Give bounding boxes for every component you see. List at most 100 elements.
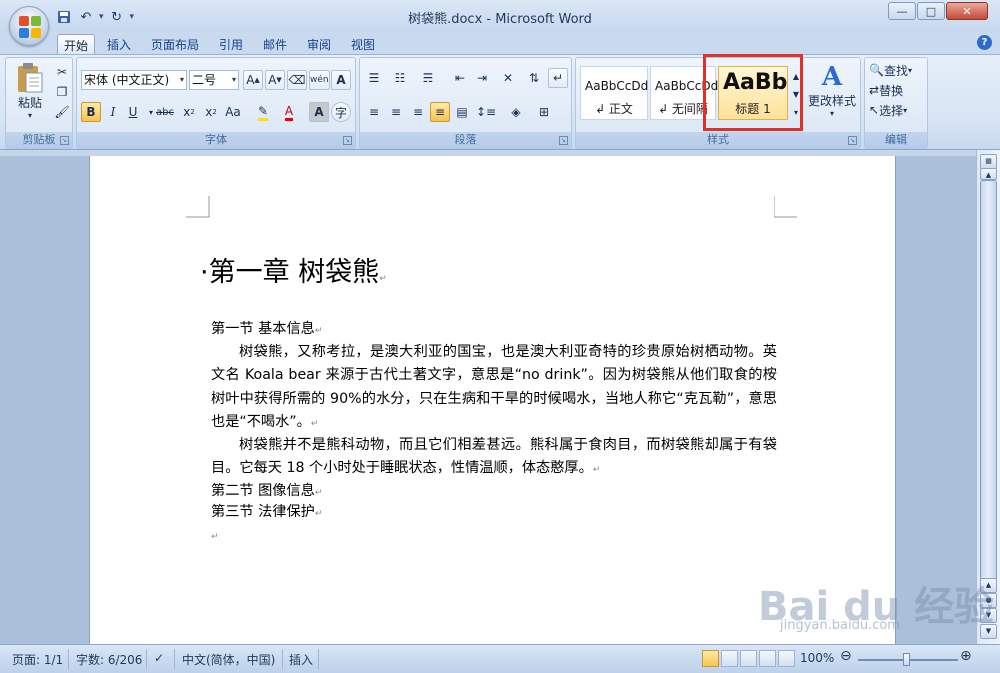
line-spacing-icon[interactable]: ↕≡ — [476, 102, 496, 122]
full-screen-reading-icon[interactable] — [721, 650, 738, 667]
heading-text: 第一章 树袋熊 — [208, 257, 380, 288]
enclose-character-icon[interactable]: 字 — [331, 102, 351, 122]
highlight-icon[interactable]: ✎ — [253, 102, 273, 122]
zoom-slider-thumb[interactable] — [903, 653, 910, 666]
status-insert-mode[interactable]: 插入 — [289, 651, 313, 668]
paragraph-launcher-icon[interactable]: ↘ — [559, 136, 568, 145]
document-heading[interactable]: ·第一章 树袋熊↵ — [200, 250, 387, 289]
help-icon[interactable]: ? — [977, 35, 992, 50]
web-layout-icon[interactable] — [740, 650, 757, 667]
zoom-level[interactable]: 100% — [800, 651, 834, 665]
bullets-icon[interactable]: ☰ — [364, 68, 384, 88]
outline-view-icon[interactable] — [759, 650, 776, 667]
font-launcher-icon[interactable]: ↘ — [343, 136, 352, 145]
strikethrough-button[interactable]: abc — [155, 102, 175, 122]
borders-icon[interactable]: ⊞ — [534, 102, 554, 122]
superscript-button[interactable]: x2 — [201, 102, 221, 122]
doc-empty-line[interactable]: ↵ — [211, 524, 777, 549]
bold-button[interactable]: B — [81, 102, 101, 122]
subscript-button[interactable]: x2 — [179, 102, 199, 122]
doc-paragraph-1[interactable]: 树袋熊，又称考拉，是澳大利亚的国宝，也是澳大利亚奇特的珍贵原始树栖动物。英文名 … — [211, 341, 777, 437]
tab-insert[interactable]: 插入 — [101, 34, 137, 54]
styles-label: 样式 — [576, 132, 860, 148]
status-language[interactable]: 中文(简体，中国) — [182, 651, 275, 668]
clipboard-launcher-icon[interactable]: ↘ — [60, 136, 69, 145]
clear-format-icon[interactable]: ⌫ — [287, 70, 307, 90]
underline-button[interactable]: U — [123, 102, 143, 122]
zoom-out-icon[interactable]: ⊖ — [840, 648, 852, 664]
style-normal[interactable]: AaBbCcDdI ↲ 正文 — [580, 66, 649, 120]
align-right-icon[interactable]: ≡ — [408, 102, 428, 122]
styles-launcher-icon[interactable]: ↘ — [848, 136, 857, 145]
section-3-text: 第三节 法律保护 — [211, 504, 315, 520]
vertical-scrollbar[interactable]: ▦ ▲ ▲ ● ▼ ▼ — [976, 150, 1000, 644]
minimize-button[interactable]: — — [888, 2, 916, 20]
chevron-down-icon: ▾ — [179, 75, 184, 84]
justify-icon[interactable]: ≡ — [430, 102, 450, 122]
paragraph-mark: ↵ — [314, 326, 323, 336]
tab-review[interactable]: 审阅 — [301, 34, 337, 54]
font-name-combo[interactable]: 宋体 (中文正文) ▾ — [81, 70, 187, 90]
select-button[interactable]: ↖ 选择 ▾ — [869, 100, 927, 120]
proofing-icon[interactable]: ✓ — [154, 651, 164, 665]
status-bar: 页面: 1/1 字数: 6/206 ✓ 中文(简体，中国) 插入 100% ⊖ … — [0, 644, 1000, 673]
change-styles-button[interactable]: A 更改样式 ▾ — [806, 62, 858, 118]
character-border-icon[interactable]: A — [331, 70, 351, 90]
tab-page-layout[interactable]: 页面布局 — [145, 34, 205, 54]
tab-references[interactable]: 引用 — [213, 34, 249, 54]
find-icon: 🔍 — [869, 63, 884, 77]
shading-icon[interactable]: ◈ — [506, 102, 526, 122]
highlight-annotation — [703, 54, 803, 131]
show-marks-icon[interactable]: ↵ — [548, 68, 568, 88]
italic-button[interactable]: I — [103, 102, 123, 122]
scroll-thumb[interactable] — [980, 180, 997, 592]
numbering-icon[interactable]: ☷ — [390, 68, 410, 88]
font-name-value: 宋体 (中文正文) — [84, 73, 170, 87]
copy-icon[interactable]: ❐ — [52, 82, 72, 102]
editing-label: 编辑 — [865, 132, 927, 148]
align-center-icon[interactable]: ≡ — [386, 102, 406, 122]
align-left-icon[interactable]: ≡ — [364, 102, 384, 122]
paragraph-mark: ↵ — [211, 532, 219, 542]
status-page[interactable]: 页面: 1/1 — [12, 651, 63, 668]
scroll-up-icon[interactable]: ▲ — [980, 168, 997, 180]
doc-section-1[interactable]: 第一节 基本信息↵ — [211, 318, 777, 343]
phonetic-guide-icon[interactable]: wén — [309, 70, 330, 90]
sort-icon[interactable]: ⇅ — [524, 68, 544, 88]
doc-paragraph-2[interactable]: 树袋熊并不是熊科动物，而且它们相差甚远。熊科属于食肉目，而树袋熊却属于有袋目。它… — [211, 434, 777, 483]
multilevel-list-icon[interactable]: ☴ — [418, 68, 438, 88]
chinese-layout-icon[interactable]: ✕ — [498, 68, 518, 88]
paragraph-label: 段落 — [360, 132, 571, 148]
paste-dropdown-icon: ▾ — [27, 111, 32, 120]
tab-mailings[interactable]: 邮件 — [257, 34, 293, 54]
decrease-indent-icon[interactable]: ⇤ — [450, 68, 470, 88]
paste-button[interactable]: 粘贴 ▾ — [12, 62, 48, 120]
find-button[interactable]: 🔍 查找 ▾ — [869, 60, 927, 80]
tab-view[interactable]: 视图 — [345, 34, 381, 54]
font-color-icon[interactable]: A — [279, 102, 299, 122]
maximize-button[interactable]: □ — [917, 2, 945, 20]
replace-button[interactable]: ⇄ 替换 — [869, 80, 927, 100]
print-layout-view-icon[interactable] — [702, 650, 719, 667]
distributed-icon[interactable]: ▤ — [452, 102, 472, 122]
doc-section-3[interactable]: 第三节 法律保护↵ — [211, 501, 777, 526]
shrink-font-icon[interactable]: A ▼ — [265, 70, 285, 90]
ribbon: 粘贴 ▾ ✂ ❐ 🖌 剪贴板 ↘ 宋体 (中文正文) ▾ 二号 ▾ A ▲ A ▼ ⌫ … — [0, 54, 1000, 150]
change-styles-icon: A — [821, 62, 843, 92]
office-button[interactable] — [9, 6, 49, 46]
character-shading-icon[interactable]: A — [309, 102, 329, 122]
select-label: 选择 — [879, 103, 904, 118]
ruler-toggle-icon[interactable]: ▦ — [980, 154, 997, 169]
zoom-in-icon[interactable]: ⊕ — [960, 648, 972, 664]
select-icon: ↖ — [869, 103, 880, 117]
tab-home[interactable]: 开始 — [57, 34, 96, 54]
font-size-combo[interactable]: 二号 ▾ — [189, 70, 239, 90]
change-case-icon[interactable]: Aa — [223, 102, 243, 122]
draft-view-icon[interactable] — [778, 650, 795, 667]
grow-font-icon[interactable]: A ▲ — [243, 70, 263, 90]
status-word-count[interactable]: 字数: 6/206 — [76, 651, 142, 668]
increase-indent-icon[interactable]: ⇥ — [472, 68, 492, 88]
format-painter-icon[interactable]: 🖌 — [52, 102, 72, 122]
cut-icon[interactable]: ✂ — [52, 62, 72, 82]
close-button[interactable]: ✕ — [946, 2, 988, 20]
